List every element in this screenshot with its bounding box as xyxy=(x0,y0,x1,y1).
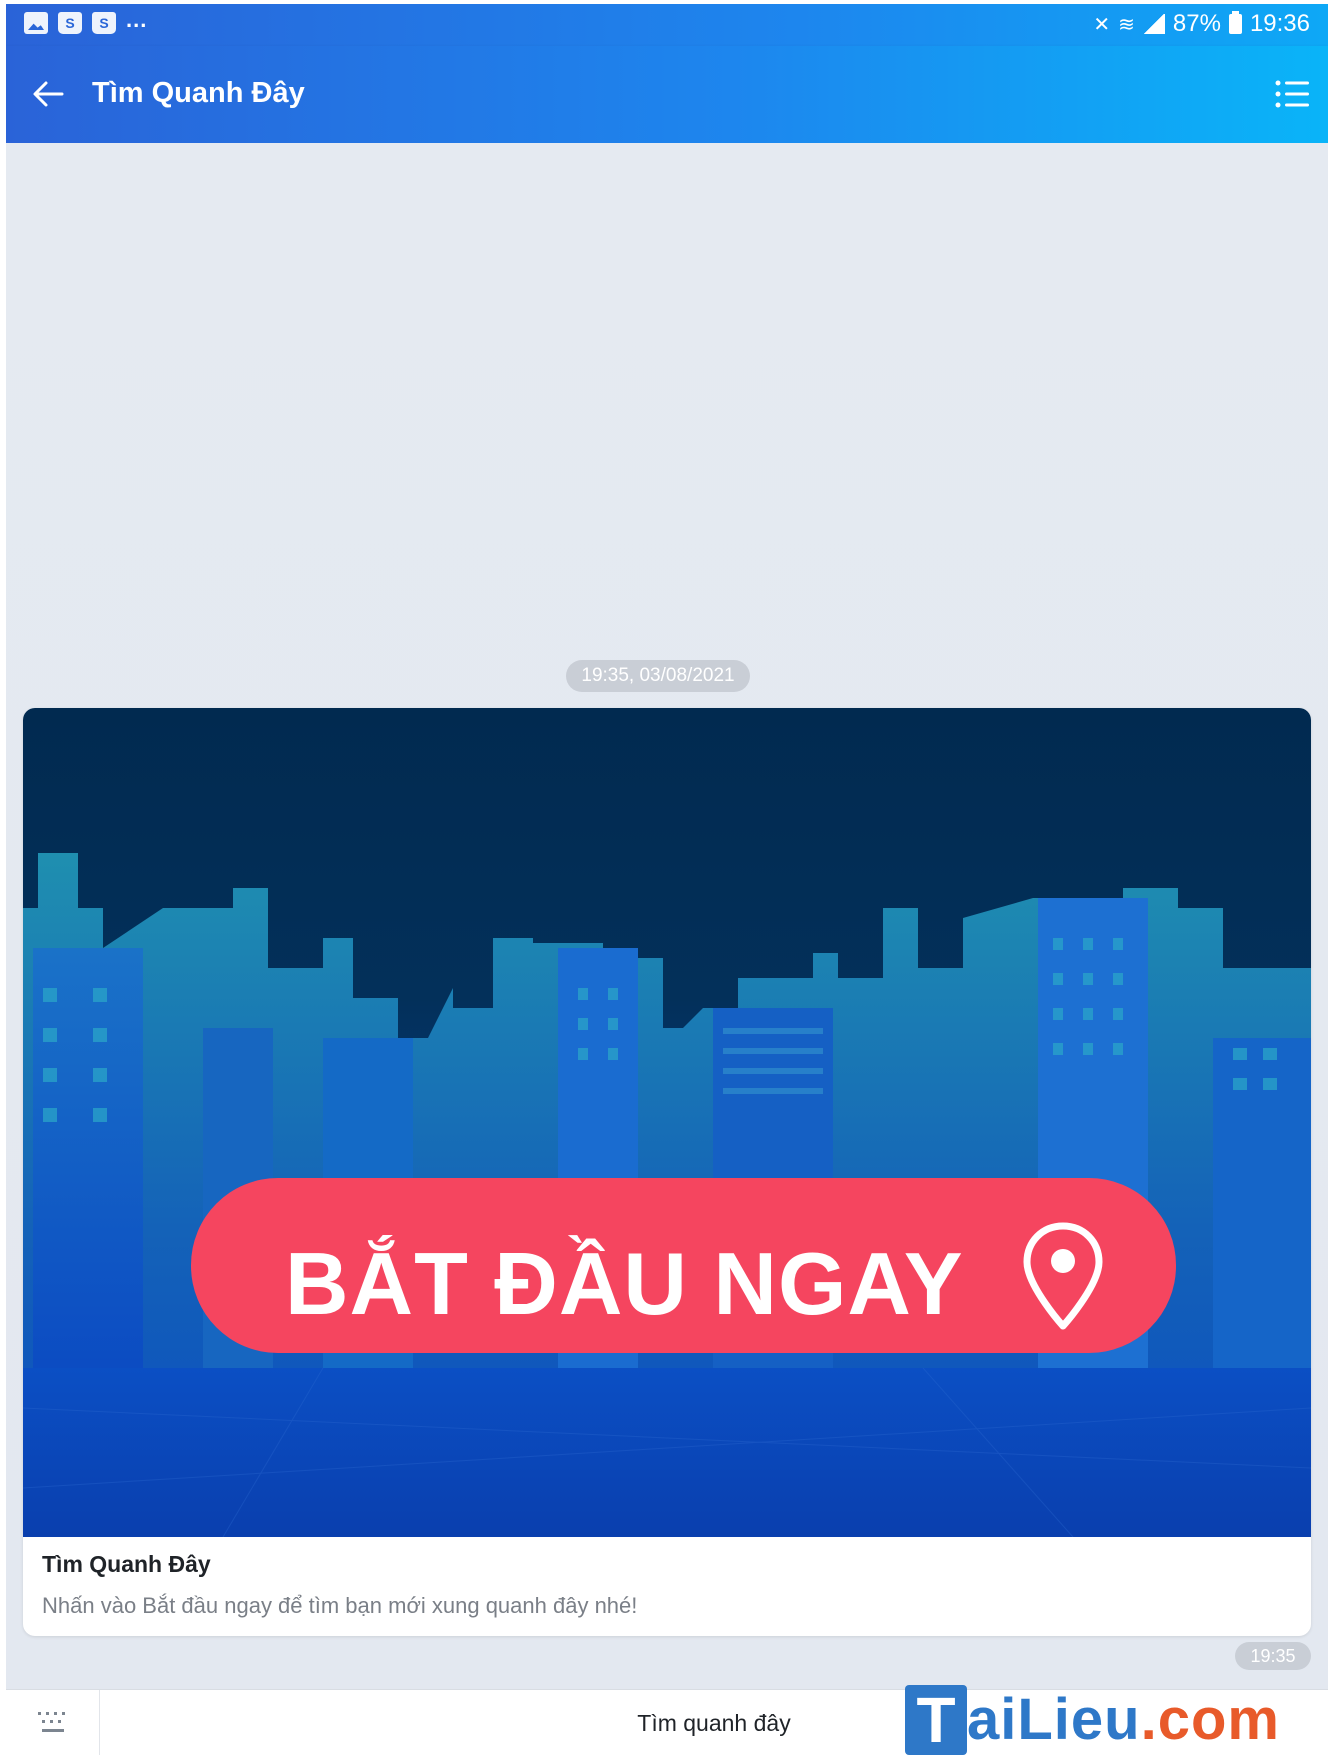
battery-percent: 87% xyxy=(1172,10,1221,37)
wifi-icon: ≋ xyxy=(1118,13,1135,36)
app-bar: Tìm Quanh Đây xyxy=(6,46,1328,143)
shopee-notification-icon xyxy=(58,12,82,34)
nearby-promo-card[interactable]: BẮT ĐẦU NGAY Tìm Quanh Đây Nhấn vào Bắt … xyxy=(23,708,1311,1636)
watermark-t: T xyxy=(905,1685,967,1755)
signal-icon xyxy=(1142,14,1165,34)
more-notifications-indicator: ... xyxy=(126,7,148,32)
card-description: Nhấn vào Bắt đầu ngay để tìm bạn mới xun… xyxy=(42,1593,638,1618)
notification-icons: ... xyxy=(24,7,147,34)
shopee-notification-icon xyxy=(92,12,116,34)
arrow-left-icon xyxy=(33,81,64,107)
page-title: Tìm Quanh Đây xyxy=(92,77,305,109)
mute-icon: ✕ xyxy=(1093,13,1111,36)
watermark-name: aiLieu xyxy=(967,1687,1141,1752)
tailieu-watermark-logo: T aiLieu .com xyxy=(905,1665,1280,1755)
keyboard-toggle-button[interactable] xyxy=(6,1690,100,1755)
system-status: ✕ ≋ 87% 19:36 xyxy=(1093,10,1310,38)
keyboard-icon xyxy=(38,1712,65,1732)
gallery-notification-icon xyxy=(24,12,48,34)
battery-icon xyxy=(1228,11,1242,34)
list-menu-icon xyxy=(1275,80,1309,108)
app-screen: ... ✕ ≋ 87% 19:36 Tìm Quanh Đây xyxy=(6,4,1328,1755)
city-skyline-illustration xyxy=(23,708,1311,1537)
status-time: 19:36 xyxy=(1249,10,1310,37)
card-title: Tìm Quanh Đây xyxy=(42,1551,211,1577)
chat-area[interactable]: 19:35, 03/08/2021 BẮT ĐẦU NGAY Tìm Quanh… xyxy=(6,143,1328,1689)
watermark-suffix: .com xyxy=(1140,1687,1280,1752)
date-stamp: 19:35, 03/08/2021 xyxy=(566,660,750,692)
back-button[interactable] xyxy=(26,72,70,116)
location-pin-icon xyxy=(1023,1222,1103,1330)
promo-banner[interactable]: BẮT ĐẦU NGAY xyxy=(23,708,1311,1537)
menu-button[interactable] xyxy=(1270,72,1314,116)
status-bar: ... ✕ ≋ 87% 19:36 xyxy=(6,4,1328,46)
start-now-label: BẮT ĐẦU NGAY xyxy=(285,1234,964,1333)
